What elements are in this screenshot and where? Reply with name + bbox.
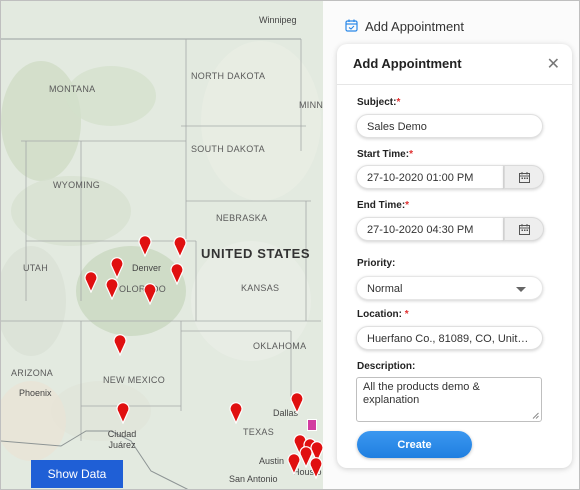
map-label-arizona: ARIZONA: [11, 368, 54, 378]
map-label-san-antonio: San Antonio: [229, 474, 278, 484]
map-marker[interactable]: [138, 235, 152, 257]
map-marker[interactable]: [309, 457, 323, 479]
form-header: Add Appointment ✕: [337, 44, 572, 85]
subject-field[interactable]: Sales Demo: [356, 114, 543, 138]
map-marker[interactable]: [113, 334, 127, 356]
map-marker[interactable]: [116, 402, 130, 424]
map-marker[interactable]: [287, 453, 301, 475]
location-field[interactable]: Huerfano Co., 81089, CO, United States: [356, 326, 543, 350]
map-label-new-mexico: NEW MEXICO: [103, 375, 166, 385]
panel-title: Add Appointment: [365, 19, 465, 34]
map-label-wyoming: WYOMING: [53, 180, 101, 190]
map-label-north-dakota: NORTH DAKOTA: [191, 71, 266, 81]
form-title: Add Appointment: [353, 56, 462, 71]
map-marker[interactable]: [229, 402, 243, 424]
map-label-utah: UTAH: [23, 263, 49, 273]
map-label-ciudad-juarez: Ciudad Juárez: [107, 429, 137, 450]
priority-label: Priority:: [357, 258, 396, 269]
subject-label: Subject:*: [357, 97, 401, 108]
map-label-winnipeg: Winnipeg: [259, 15, 297, 25]
map-marker[interactable]: [173, 236, 187, 258]
map-marker[interactable]: [170, 263, 184, 285]
map-label-united-states: UNITED STATES: [201, 246, 311, 261]
description-label: Description:: [357, 361, 416, 372]
start-time-field[interactable]: 27-10-2020 01:00 PM: [356, 165, 504, 189]
end-time-field[interactable]: 27-10-2020 04:30 PM: [356, 217, 504, 241]
map-label-minn: MINN: [299, 100, 323, 110]
map-label-oklahoma: OKLAHOMA: [253, 341, 307, 351]
description-text: All the products demo & explanation: [363, 381, 480, 406]
map-label-kansas: KANSAS: [241, 283, 280, 293]
map-label-denver: Denver: [132, 263, 162, 273]
map-label-nebraska: NEBRASKA: [216, 213, 268, 223]
location-label: Location: *: [357, 309, 409, 320]
map-label-south-dakota: SOUTH DAKOTA: [191, 144, 265, 154]
map-marker[interactable]: [143, 283, 157, 305]
appointment-panel: Add Appointment Add Appointment ✕ Subjec…: [323, 1, 579, 489]
map-label-austin: Austin: [259, 456, 285, 466]
map-label-montana: MONTANA: [49, 84, 96, 94]
map-marker[interactable]: [110, 257, 124, 279]
create-button[interactable]: Create: [357, 431, 472, 458]
chevron-down-icon: [516, 287, 526, 292]
map-label-texas: TEXAS: [243, 427, 275, 437]
add-appointment-form: Add Appointment ✕ Subject:* Sales Demo S…: [337, 44, 572, 468]
start-time-calendar-button[interactable]: [504, 165, 544, 189]
app-window: Winnipeg NORTH DAKOTA MONTANA MINN SOUTH…: [0, 0, 580, 490]
map-marker[interactable]: [105, 278, 119, 300]
calendar-check-icon: [345, 19, 358, 32]
map-marker[interactable]: [290, 392, 304, 414]
calendar-icon: [519, 224, 530, 235]
resize-grip-icon[interactable]: [532, 412, 539, 419]
show-data-button[interactable]: Show Data: [31, 460, 123, 488]
map-view[interactable]: Winnipeg NORTH DAKOTA MONTANA MINN SOUTH…: [1, 1, 323, 489]
start-time-label: Start Time:*: [357, 149, 413, 160]
priority-select[interactable]: Normal: [356, 276, 543, 300]
map-marker[interactable]: [84, 271, 98, 293]
map-label-phoenix: Phoenix: [19, 388, 52, 398]
end-time-label: End Time:*: [357, 200, 410, 211]
calendar-icon: [519, 172, 530, 183]
priority-value: Normal: [367, 283, 403, 295]
close-icon[interactable]: ✕: [547, 54, 560, 74]
description-field[interactable]: All the products demo & explanation: [356, 377, 542, 422]
map-marker-selected[interactable]: [307, 419, 317, 431]
end-time-calendar-button[interactable]: [504, 217, 544, 241]
